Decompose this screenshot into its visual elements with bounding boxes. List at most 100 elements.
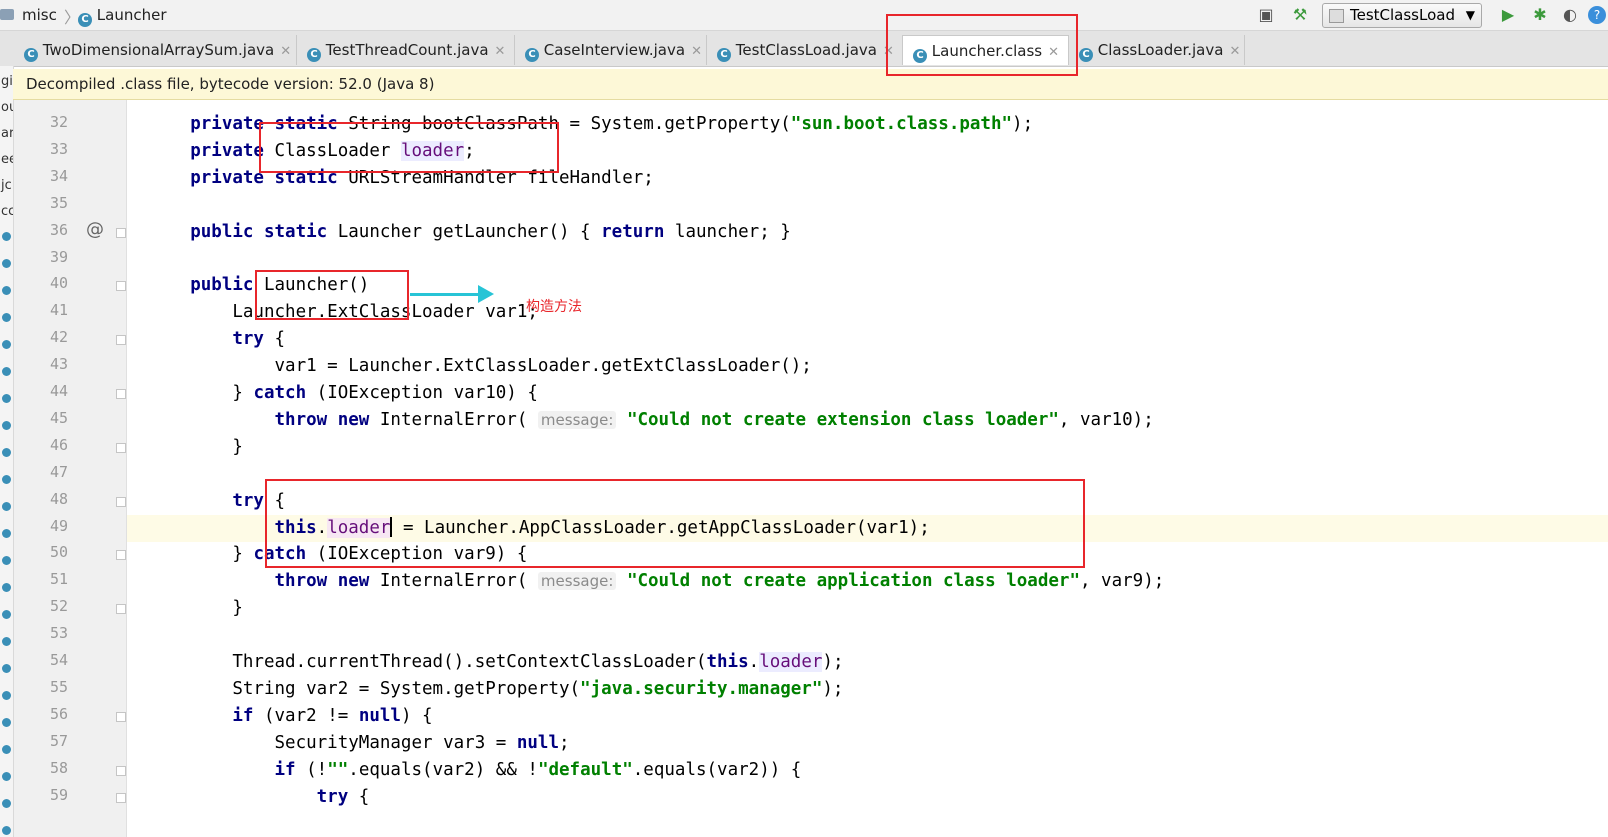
- fold-marker-icon[interactable]: [116, 496, 126, 507]
- project-tree-item[interactable]: ee: [1, 152, 13, 167]
- tab-twodimensionalarraysum[interactable]: C TwoDimensionalArraySum.java ✕: [14, 35, 297, 65]
- project-tree-item[interactable]: ou: [1, 100, 13, 115]
- code-token: }: [190, 598, 243, 619]
- code-editor[interactable]: private static String bootClassPath = Sy…: [127, 100, 1608, 837]
- coverage-icon[interactable]: ◐: [1560, 4, 1580, 26]
- code-line[interactable]: } catch (IOException var10) {: [127, 380, 1608, 407]
- code-token: );: [822, 652, 844, 672]
- code-token: "Could not create application class load…: [626, 571, 1080, 592]
- override-at-icon[interactable]: @: [86, 219, 104, 240]
- code-line[interactable]: if (!"".equals(var2) && !"default".equal…: [127, 757, 1608, 784]
- fold-marker-icon[interactable]: [116, 604, 126, 615]
- class-icon: C: [78, 13, 92, 27]
- code-line[interactable]: Thread.currentThread().setContextClassLo…: [127, 649, 1608, 676]
- close-icon[interactable]: ✕: [691, 44, 702, 59]
- breadcrumb-project[interactable]: misc: [22, 6, 57, 24]
- code-line[interactable]: [127, 622, 1608, 649]
- code-token: );: [1012, 114, 1034, 134]
- code-line[interactable]: var1 = Launcher.ExtClassLoader.getExtCla…: [127, 353, 1608, 380]
- project-tree-item[interactable]: gi: [1, 74, 13, 89]
- code-line[interactable]: throw new InternalError( message: "Could…: [127, 407, 1608, 434]
- breadcrumb-file[interactable]: C Launcher: [78, 6, 167, 27]
- code-line[interactable]: [127, 246, 1608, 273]
- code-line[interactable]: SecurityManager var3 = null;: [127, 730, 1608, 757]
- code-line[interactable]: try {: [127, 326, 1608, 353]
- build-hammer-icon[interactable]: ⚒: [1290, 4, 1310, 26]
- run-configuration-label: TestClassLoad: [1350, 6, 1455, 24]
- project-tree-item[interactable]: ar: [1, 126, 13, 141]
- class-node-icon: [2, 259, 11, 268]
- line-number: 53: [49, 624, 68, 643]
- fold-marker-icon[interactable]: [116, 792, 126, 803]
- code-token: var1 = Launcher.ExtClassLoader.getExtCla…: [190, 356, 812, 377]
- code-line[interactable]: if (var2 != null) {: [127, 703, 1608, 730]
- code-token: , var10);: [1058, 409, 1154, 430]
- project-tree-item[interactable]: jc: [1, 178, 12, 193]
- fold-marker-icon[interactable]: [116, 281, 126, 292]
- line-number: 41: [49, 301, 68, 320]
- close-icon[interactable]: ✕: [280, 44, 291, 59]
- fold-marker-icon[interactable]: [116, 442, 126, 453]
- java-class-icon: C: [1079, 48, 1093, 62]
- fold-marker-icon[interactable]: [116, 335, 126, 346]
- fold-marker-icon[interactable]: [116, 389, 126, 399]
- line-number: 43: [49, 355, 68, 374]
- fold-marker-icon[interactable]: [116, 765, 126, 776]
- code-line[interactable]: public static Launcher getLauncher() { r…: [127, 219, 1608, 246]
- line-number: 59: [49, 785, 68, 804]
- decompiled-banner: Decompiled .class file, bytecode version…: [13, 69, 1608, 100]
- run-icon[interactable]: ▶: [1498, 4, 1518, 26]
- code-line[interactable]: }: [127, 595, 1608, 622]
- code-token: message:: [537, 410, 617, 429]
- code-token: if: [190, 759, 307, 780]
- editor-tabs: C TwoDimensionalArraySum.java ✕ C TestThr…: [0, 31, 1608, 67]
- code-line[interactable]: }: [127, 434, 1608, 461]
- java-class-icon: C: [717, 48, 731, 62]
- tab-testclassload[interactable]: C TestClassLoad.java ✕: [707, 35, 903, 65]
- help-icon[interactable]: ?: [1588, 6, 1606, 24]
- run-configuration-select[interactable]: TestClassLoad ▼: [1322, 3, 1482, 28]
- debug-icon[interactable]: ✱: [1530, 4, 1550, 26]
- tab-caseinterview[interactable]: C CaseInterview.java ✕: [515, 35, 707, 65]
- fold-marker-icon[interactable]: [116, 550, 126, 561]
- tab-testthreadcount[interactable]: C TestThreadCount.java ✕: [297, 35, 515, 65]
- config-icon: [1329, 9, 1344, 23]
- tab-label: TestThreadCount.java: [325, 41, 489, 59]
- code-token: public: [190, 275, 264, 296]
- line-number: 54: [49, 651, 68, 669]
- code-token: "java.security.manager": [580, 678, 823, 699]
- fold-marker-icon[interactable]: [116, 711, 126, 722]
- code-token: }: [190, 436, 243, 457]
- class-node-icon: [2, 556, 11, 565]
- tab-classloader[interactable]: C ClassLoader.java ✕: [1069, 35, 1245, 65]
- code-line[interactable]: String var2 = System.getProperty("java.s…: [127, 676, 1608, 703]
- project-tree-item[interactable]: cc: [1, 204, 13, 219]
- folder-icon: [0, 9, 14, 20]
- close-icon[interactable]: ✕: [1229, 44, 1240, 59]
- close-icon[interactable]: ✕: [495, 44, 506, 59]
- code-token: return: [601, 221, 675, 242]
- line-number: 42: [49, 328, 68, 347]
- code-line[interactable]: [127, 192, 1608, 219]
- code-line[interactable]: throw new InternalError( message: "Could…: [127, 568, 1608, 595]
- code-token: .equals(var2)) {: [632, 759, 802, 780]
- code-token: throw new: [190, 571, 380, 592]
- java-class-icon: C: [525, 48, 539, 62]
- code-line[interactable]: try {: [127, 784, 1608, 811]
- annotation-arrow-head-icon: [478, 285, 494, 303]
- fold-marker-icon[interactable]: [116, 227, 126, 238]
- class-node-icon: [2, 340, 11, 349]
- project-structure-icon[interactable]: ▣: [1256, 4, 1276, 26]
